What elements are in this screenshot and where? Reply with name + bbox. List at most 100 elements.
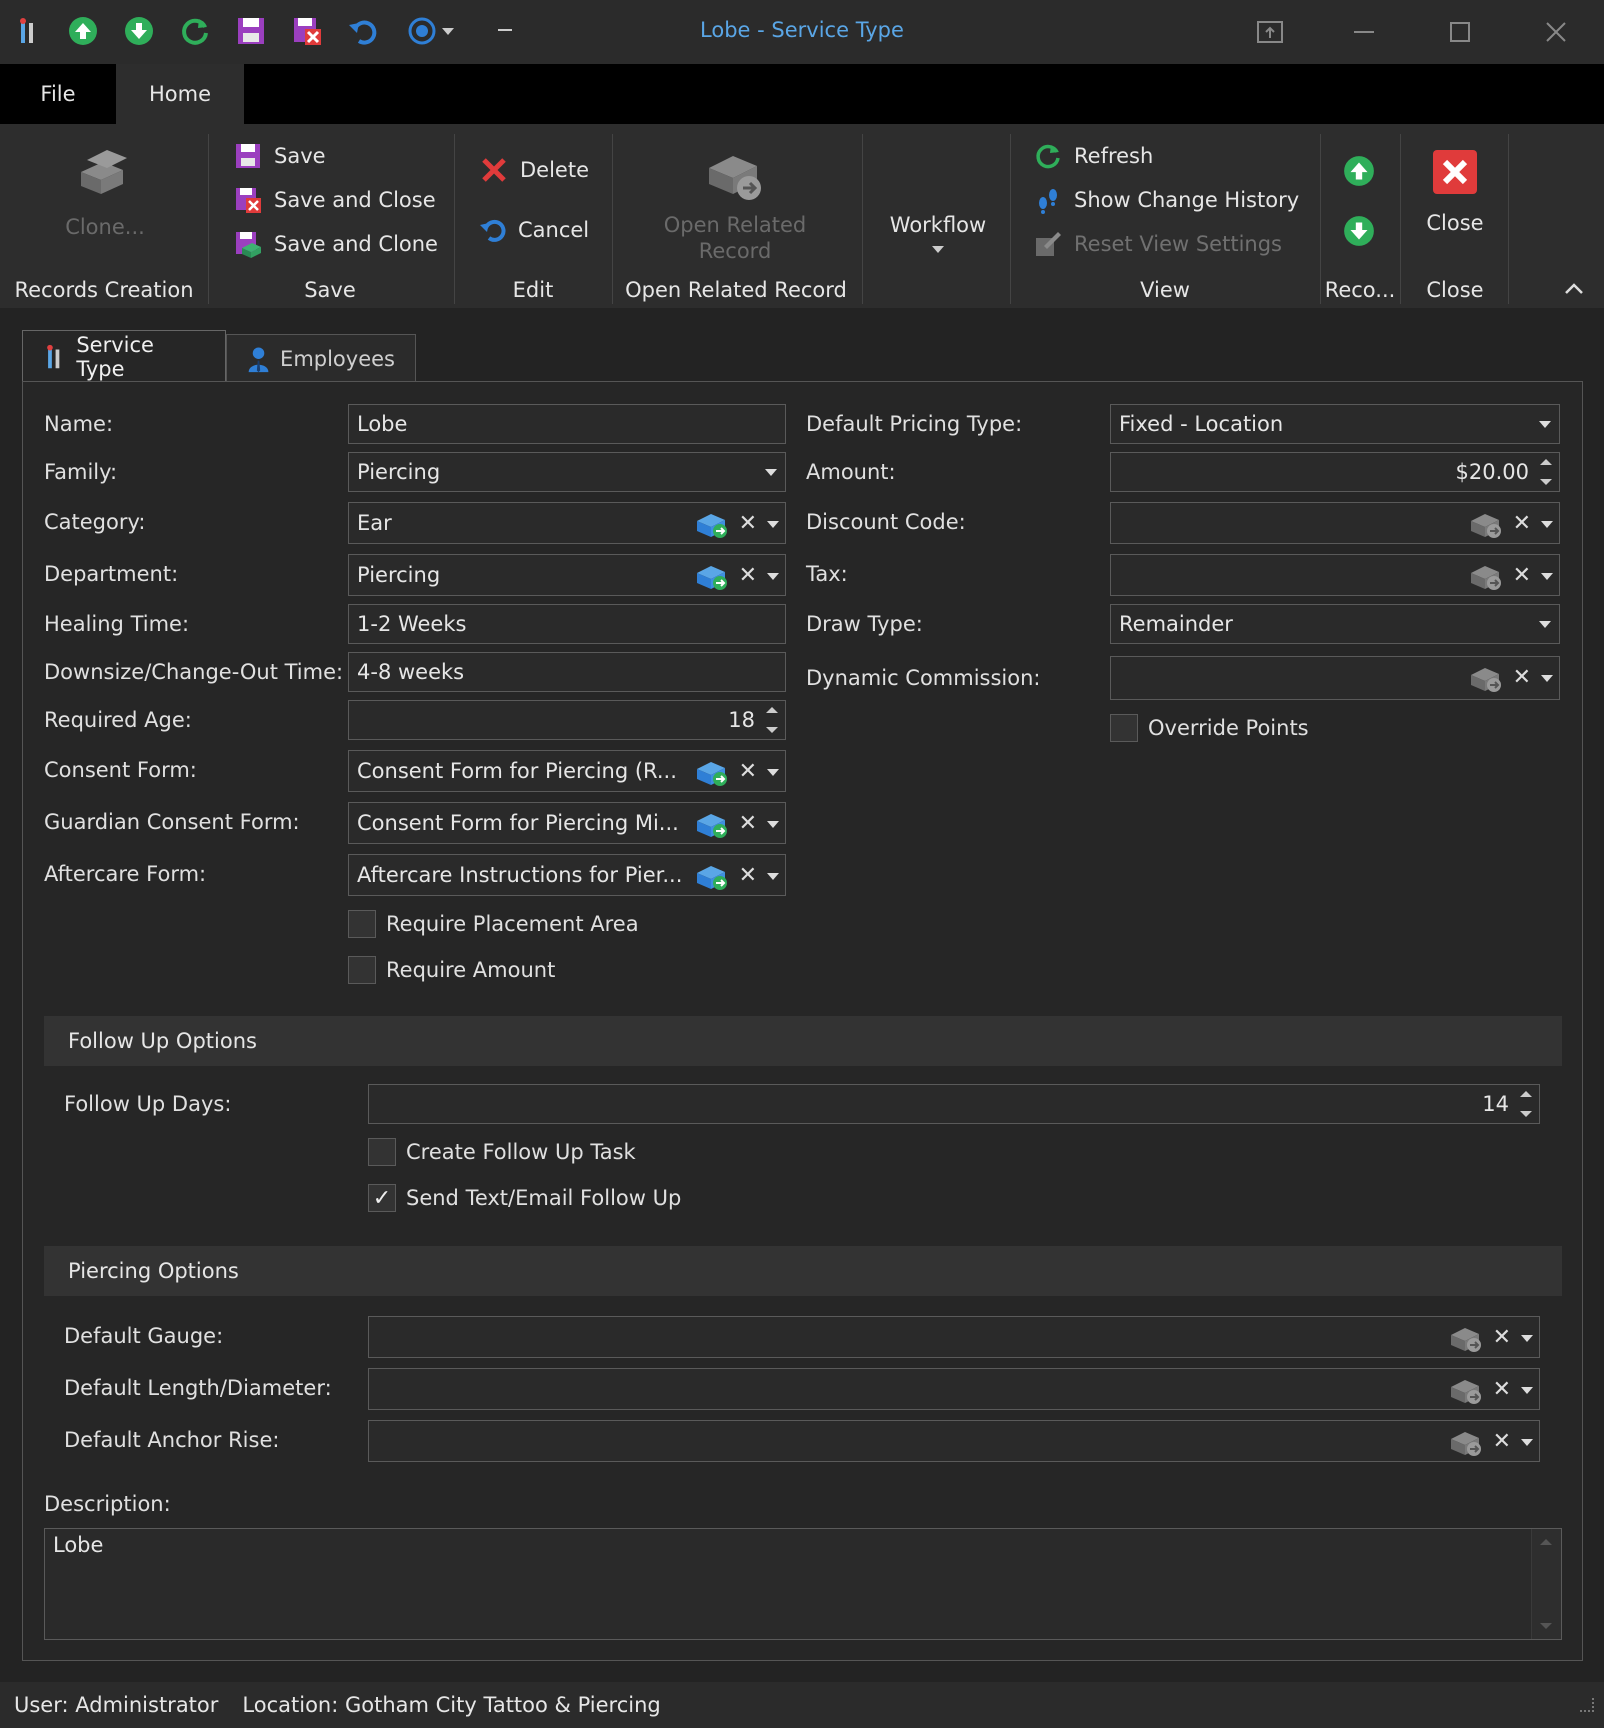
open-record-icon[interactable]	[695, 861, 729, 891]
refresh-button[interactable]: Refresh	[1034, 142, 1153, 170]
draw-type-label: Draw Type:	[806, 612, 923, 636]
save-button[interactable]: Save	[234, 142, 326, 170]
clear-icon[interactable]: ✕	[739, 565, 757, 587]
require-amount-checkbox[interactable]: Require Amount	[348, 956, 555, 984]
chevron-down-icon[interactable]	[1541, 572, 1553, 580]
tax-lookup[interactable]: ✕	[1110, 554, 1560, 596]
next-record-button[interactable]	[1342, 214, 1376, 248]
clear-icon[interactable]: ✕	[1513, 513, 1531, 535]
description-label: Description:	[44, 1492, 171, 1516]
ribbon-separator	[208, 134, 209, 304]
open-related-record-label-2: Record	[698, 239, 772, 263]
aftercare-form-lookup[interactable]: Aftercare Instructions for Pier... ✕	[348, 854, 786, 896]
workflow-dropdown[interactable]: Workflow	[878, 212, 998, 253]
delete-button[interactable]: Delete	[480, 156, 589, 184]
draw-type-dropdown[interactable]: Remainder	[1110, 604, 1560, 644]
maximize-icon[interactable]	[1440, 14, 1480, 50]
open-record-icon[interactable]	[695, 757, 729, 787]
chevron-down-icon[interactable]	[767, 872, 779, 880]
tab-file[interactable]: File	[0, 64, 116, 124]
open-record-icon[interactable]	[1449, 1323, 1483, 1353]
consent-form-lookup[interactable]: Consent Form for Piercing (R... ✕	[348, 750, 786, 792]
chevron-down-icon[interactable]	[1521, 1386, 1533, 1394]
previous-record-button[interactable]	[1342, 154, 1376, 188]
default-anchor-rise-lookup[interactable]: ✕	[368, 1420, 1540, 1462]
dynamic-commission-lookup[interactable]: ✕	[1110, 656, 1560, 700]
clear-icon[interactable]: ✕	[1513, 565, 1531, 587]
checkbox-box[interactable]	[1110, 714, 1138, 742]
open-record-icon[interactable]	[1469, 561, 1503, 591]
spinner-icon[interactable]	[765, 705, 779, 735]
amount-spinner[interactable]: $20.00	[1110, 452, 1560, 492]
spinner-icon[interactable]	[1519, 1089, 1533, 1119]
chevron-down-icon[interactable]	[767, 768, 779, 776]
family-dropdown[interactable]: Piercing	[348, 452, 786, 492]
create-follow-up-task-checkbox[interactable]: Create Follow Up Task	[368, 1138, 636, 1166]
default-gauge-lookup[interactable]: ✕	[368, 1316, 1540, 1358]
healing-time-field[interactable]: 1-2 Weeks	[348, 604, 786, 644]
chevron-down-icon[interactable]	[767, 572, 779, 580]
open-record-icon[interactable]	[1449, 1427, 1483, 1457]
send-text-email-checkbox[interactable]: ✓ Send Text/Email Follow Up	[368, 1184, 681, 1212]
tab-home[interactable]: Home	[116, 64, 244, 124]
scrollbar[interactable]	[1531, 1529, 1561, 1639]
open-record-icon[interactable]	[695, 809, 729, 839]
checkmark-icon[interactable]: ✓	[368, 1184, 396, 1212]
clear-icon[interactable]: ✕	[739, 513, 757, 535]
chevron-down-icon	[765, 469, 777, 476]
open-record-icon[interactable]	[1469, 509, 1503, 539]
close-window-icon[interactable]	[1536, 14, 1576, 50]
cancel-button[interactable]: Cancel	[478, 216, 589, 244]
default-length-lookup[interactable]: ✕	[368, 1368, 1540, 1410]
required-age-spinner[interactable]: 18	[348, 700, 786, 740]
chevron-down-icon[interactable]	[767, 820, 779, 828]
department-lookup[interactable]: Piercing ✕	[348, 554, 786, 596]
checkbox-box[interactable]	[348, 956, 376, 984]
follow-up-days-spinner[interactable]: 14	[368, 1084, 1540, 1124]
downsize-field[interactable]: 4-8 weeks	[348, 652, 786, 692]
require-placement-checkbox[interactable]: Require Placement Area	[348, 910, 639, 938]
save-and-clone-button[interactable]: Save and Clone	[234, 230, 438, 258]
default-pricing-type-dropdown[interactable]: Fixed - Location	[1110, 404, 1560, 444]
chevron-down-icon[interactable]	[1521, 1438, 1533, 1446]
chevron-down-icon[interactable]	[1541, 520, 1553, 528]
clear-icon[interactable]: ✕	[739, 761, 757, 783]
clear-icon[interactable]: ✕	[739, 813, 757, 835]
guardian-consent-lookup[interactable]: Consent Form for Piercing Mi... ✕	[348, 802, 786, 844]
category-lookup[interactable]: Ear ✕	[348, 502, 786, 544]
save-and-close-button[interactable]: Save and Close	[234, 186, 436, 214]
close-button[interactable]: Close	[1410, 148, 1500, 236]
clear-icon[interactable]: ✕	[1493, 1431, 1511, 1453]
description-textarea[interactable]: Lobe	[44, 1528, 1562, 1640]
open-record-icon[interactable]	[695, 561, 729, 591]
checkbox-box[interactable]	[368, 1138, 396, 1166]
spinner-icon[interactable]	[1539, 457, 1553, 487]
checkbox-box[interactable]	[348, 910, 376, 938]
clear-icon[interactable]: ✕	[1493, 1379, 1511, 1401]
tab-service-type[interactable]: Service Type	[22, 330, 226, 382]
open-record-icon[interactable]	[1469, 663, 1503, 693]
override-points-label: Override Points	[1148, 716, 1309, 740]
clone-button[interactable]: Clone...	[60, 142, 150, 240]
chevron-down-icon[interactable]	[767, 520, 779, 528]
scroll-up-icon[interactable]	[1540, 1539, 1552, 1545]
clear-icon[interactable]: ✕	[1493, 1327, 1511, 1349]
minimize-icon[interactable]	[1344, 14, 1384, 50]
open-record-icon[interactable]	[695, 509, 729, 539]
open-record-icon[interactable]	[1449, 1375, 1483, 1405]
resize-grip-icon[interactable]	[1580, 1698, 1594, 1712]
discount-code-lookup[interactable]: ✕	[1110, 502, 1560, 544]
scroll-down-icon[interactable]	[1540, 1623, 1552, 1629]
restore-layout-icon[interactable]	[1250, 14, 1290, 50]
show-change-history-button[interactable]: Show Change History	[1034, 186, 1299, 214]
clear-icon[interactable]: ✕	[1513, 667, 1531, 689]
clear-icon[interactable]: ✕	[739, 865, 757, 887]
open-related-record-button[interactable]: Open Related Record	[640, 142, 830, 264]
name-field[interactable]: Lobe	[348, 404, 786, 444]
collapse-ribbon-icon[interactable]	[1564, 276, 1584, 300]
chevron-down-icon[interactable]	[1521, 1334, 1533, 1342]
tab-employees[interactable]: Employees	[226, 334, 416, 382]
override-points-checkbox[interactable]: Override Points	[1110, 714, 1309, 742]
chevron-down-icon[interactable]	[1541, 674, 1553, 682]
reset-view-settings-button[interactable]: Reset View Settings	[1034, 230, 1282, 258]
